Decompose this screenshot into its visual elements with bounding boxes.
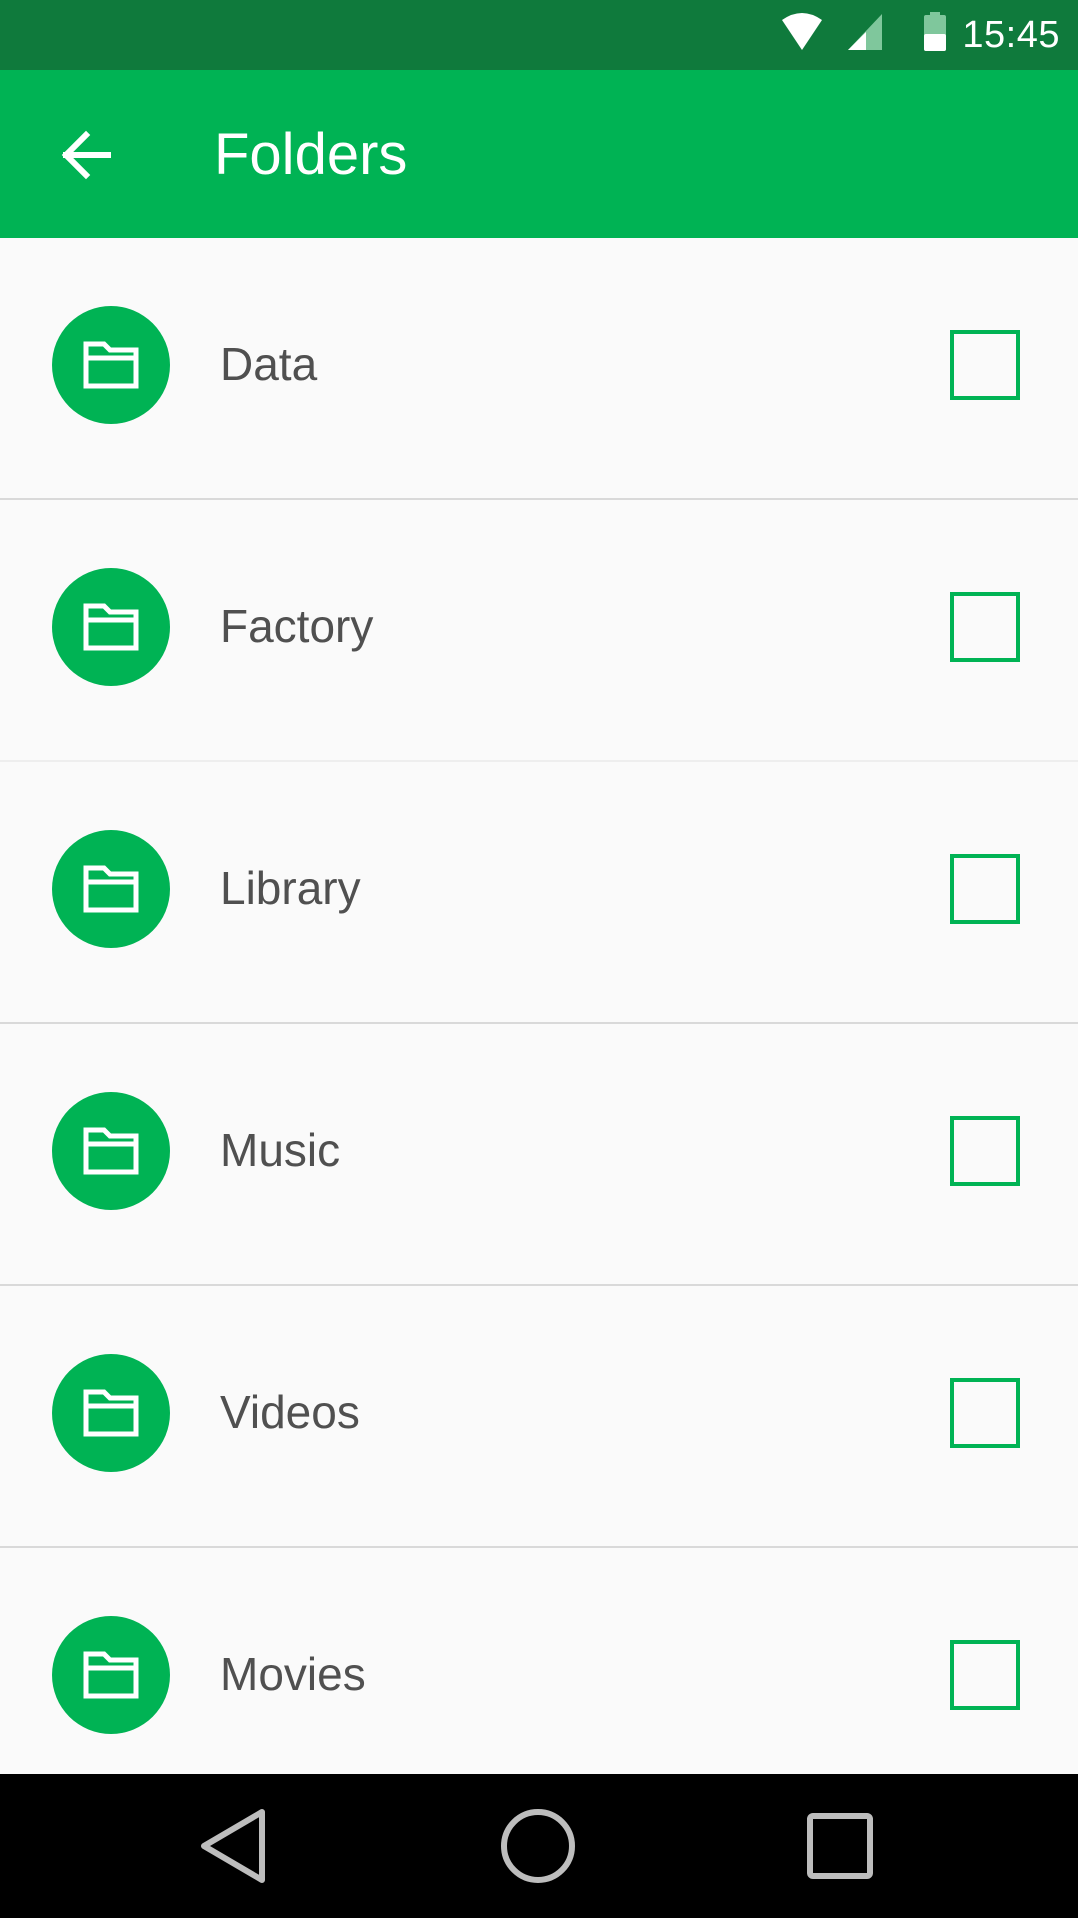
battery-icon bbox=[922, 12, 948, 57]
folder-checkbox[interactable] bbox=[950, 1378, 1020, 1448]
folder-name: Data bbox=[220, 338, 318, 390]
page-title: Folders bbox=[214, 122, 408, 187]
folder-avatar bbox=[52, 568, 170, 686]
navigation-bar bbox=[0, 1774, 1078, 1918]
folder-checkbox[interactable] bbox=[950, 1640, 1020, 1710]
list-item[interactable]: Movies bbox=[0, 1548, 1078, 1774]
folder-avatar bbox=[52, 830, 170, 948]
folder-avatar bbox=[52, 1616, 170, 1734]
arrow-left-icon bbox=[61, 130, 111, 180]
folder-avatar bbox=[52, 306, 170, 424]
folder-icon bbox=[83, 1651, 139, 1699]
folder-checkbox[interactable] bbox=[950, 592, 1020, 662]
folder-icon bbox=[83, 1389, 139, 1437]
back-button[interactable] bbox=[52, 120, 122, 190]
folder-checkbox[interactable] bbox=[950, 854, 1020, 924]
nav-home-button[interactable] bbox=[498, 1806, 578, 1886]
app-bar: Folders bbox=[0, 70, 1078, 238]
folder-avatar bbox=[52, 1354, 170, 1472]
list-item[interactable]: Videos bbox=[0, 1286, 1078, 1548]
home-circle-icon bbox=[501, 1809, 575, 1883]
folder-name: Videos bbox=[220, 1386, 360, 1438]
list-item[interactable]: Factory bbox=[0, 500, 1078, 762]
folder-icon bbox=[83, 603, 139, 651]
list-item[interactable]: Music bbox=[0, 1024, 1078, 1286]
cell-signal-icon bbox=[848, 12, 884, 57]
list-item[interactable]: Data bbox=[0, 238, 1078, 500]
list-item[interactable]: Library bbox=[0, 762, 1078, 1024]
status-time: 15:45 bbox=[962, 14, 1060, 56]
wifi-icon bbox=[780, 12, 824, 57]
folder-name: Factory bbox=[220, 600, 374, 652]
nav-back-button[interactable] bbox=[196, 1806, 276, 1886]
folder-avatar bbox=[52, 1092, 170, 1210]
folder-name: Library bbox=[220, 862, 361, 914]
folder-name: Movies bbox=[220, 1648, 366, 1700]
folder-list: Data Factory Library Music Videos Movies bbox=[0, 238, 1078, 1774]
folder-icon bbox=[83, 865, 139, 913]
folder-icon bbox=[83, 341, 139, 389]
back-triangle-icon bbox=[201, 1809, 265, 1883]
folder-name: Music bbox=[220, 1124, 341, 1176]
folder-icon bbox=[83, 1127, 139, 1175]
status-bar: 15:45 bbox=[0, 0, 1078, 70]
nav-recents-button[interactable] bbox=[800, 1806, 880, 1886]
folder-checkbox[interactable] bbox=[950, 1116, 1020, 1186]
recents-square-icon bbox=[807, 1813, 873, 1879]
folder-checkbox[interactable] bbox=[950, 330, 1020, 400]
